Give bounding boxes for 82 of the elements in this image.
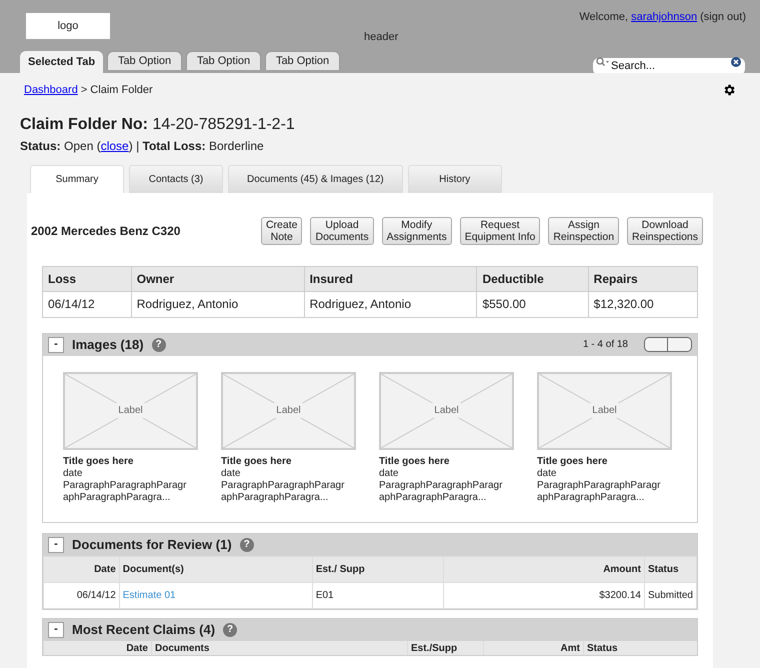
table-cell: $12,320.00 (588, 291, 698, 317)
column-header: Loss (42, 266, 132, 291)
collapse-button[interactable]: - (48, 336, 64, 352)
column-header: Deductible (476, 266, 588, 291)
action-button[interactable]: Modify Assignments (382, 216, 452, 244)
action-button[interactable]: Create Note (260, 216, 302, 244)
help-icon[interactable]: ? (152, 338, 166, 352)
sign-out-link[interactable]: (sign out) (700, 9, 746, 26)
breadcrumb-link[interactable]: Dashboard (24, 82, 78, 98)
collapse-button[interactable]: - (48, 536, 64, 552)
image-description: ParagraphParagraphParagraphParagraphParagra... (537, 480, 662, 504)
column-header: Documents (151, 640, 407, 654)
column-header: Status (583, 640, 621, 654)
header-label: header (364, 30, 398, 45)
previous-button[interactable] (644, 337, 668, 352)
section-tab[interactable]: Documents (45) & Images (12) (228, 164, 403, 192)
table-cell: Rodriguez, Antonio (131, 291, 304, 317)
help-icon[interactable]: ? (223, 622, 238, 636)
image-description: ParagraphParagraphParagraphParagraphParagra... (379, 480, 504, 504)
action-button[interactable]: Upload Documents (310, 216, 374, 244)
section-tab[interactable]: Contacts (3) (129, 164, 223, 192)
clear-icon[interactable] (731, 57, 741, 67)
nav-tab[interactable]: Tab Option (265, 51, 340, 70)
settings-icon[interactable] (722, 83, 736, 98)
column-header: Repairs (588, 266, 698, 291)
action-button[interactable]: Request Equipment Info (460, 216, 540, 244)
image-date: date (537, 468, 558, 480)
image-label: Label (432, 403, 461, 418)
username-link[interactable]: sarahjohnson (631, 9, 698, 26)
image-title: Title goes here (537, 456, 608, 468)
image-description: ParagraphParagraphParagraphParagraphParagra... (221, 480, 346, 504)
column-header: Status (644, 556, 696, 582)
image-label: Label (590, 403, 619, 418)
image-date: date (63, 468, 84, 480)
column-header: Amount (444, 556, 644, 582)
help-icon[interactable]: ? (240, 538, 254, 552)
close-link[interactable]: close (100, 138, 129, 152)
action-button[interactable]: Download Reinspections (627, 216, 703, 244)
table-cell: 06/14/12 (42, 291, 132, 317)
claim-status: Status: Open (close) | Total Loss: Borderline (20, 138, 265, 154)
table-cell: $3200.14 (444, 582, 644, 608)
column-header: Owner (131, 266, 304, 291)
nav-tab[interactable]: Selected Tab (20, 51, 104, 73)
column-header: Date (44, 556, 120, 582)
action-button[interactable]: Assign Reinspection (548, 216, 620, 244)
panel-title: Documents for Review (1) (72, 536, 232, 554)
image-title: Title goes here (221, 456, 292, 468)
column-header: Date (43, 640, 151, 654)
section-tab[interactable]: History (408, 164, 502, 192)
image-date: date (379, 468, 400, 480)
column-header: Insured (304, 266, 477, 291)
vehicle-title: 2002 Mercedes Benz C320 (31, 222, 180, 240)
image-title: Title goes here (379, 456, 450, 468)
section-tab[interactable]: Summary (30, 164, 124, 192)
image-date: date (221, 468, 242, 480)
image-label: Label (274, 403, 303, 418)
welcome-text: Welcome, (579, 10, 628, 25)
table-cell: $550.00 (476, 291, 588, 317)
breadcrumb-current: > Claim Folder (80, 83, 153, 98)
column-header: Est./ Supp (312, 556, 444, 582)
next-button[interactable] (668, 337, 692, 352)
image-description: ParagraphParagraphParagraphParagraphParagra... (63, 480, 188, 504)
table-cell: E01 (312, 582, 444, 608)
column-header: Amt (483, 640, 583, 654)
image-title: Title goes here (63, 456, 134, 468)
nav-tab[interactable]: Tab Option (186, 51, 262, 70)
panel-title: Most Recent Claims (4) (72, 620, 216, 639)
logo: logo (26, 13, 110, 39)
table-cell: Submitted (644, 582, 696, 608)
image-label: Label (116, 403, 145, 418)
nav-tab[interactable]: Tab Option (107, 51, 182, 70)
claim-title: Claim Folder No: 14-20-785291-1-2-1 (20, 116, 295, 132)
table-cell: Rodriguez, Antonio (304, 291, 477, 317)
panel-title: Images (18) (72, 336, 144, 354)
search-icon (596, 57, 610, 67)
document-link[interactable]: Estimate 01 (122, 590, 176, 600)
search-field[interactable]: Search... (593, 58, 745, 74)
table-cell: 06/14/12 (44, 582, 120, 608)
column-header: Document(s) (119, 556, 312, 582)
paging-text: 1 - 4 of 18 (582, 338, 628, 352)
collapse-button[interactable]: - (48, 622, 64, 638)
column-header: Est./Supp (407, 640, 483, 654)
